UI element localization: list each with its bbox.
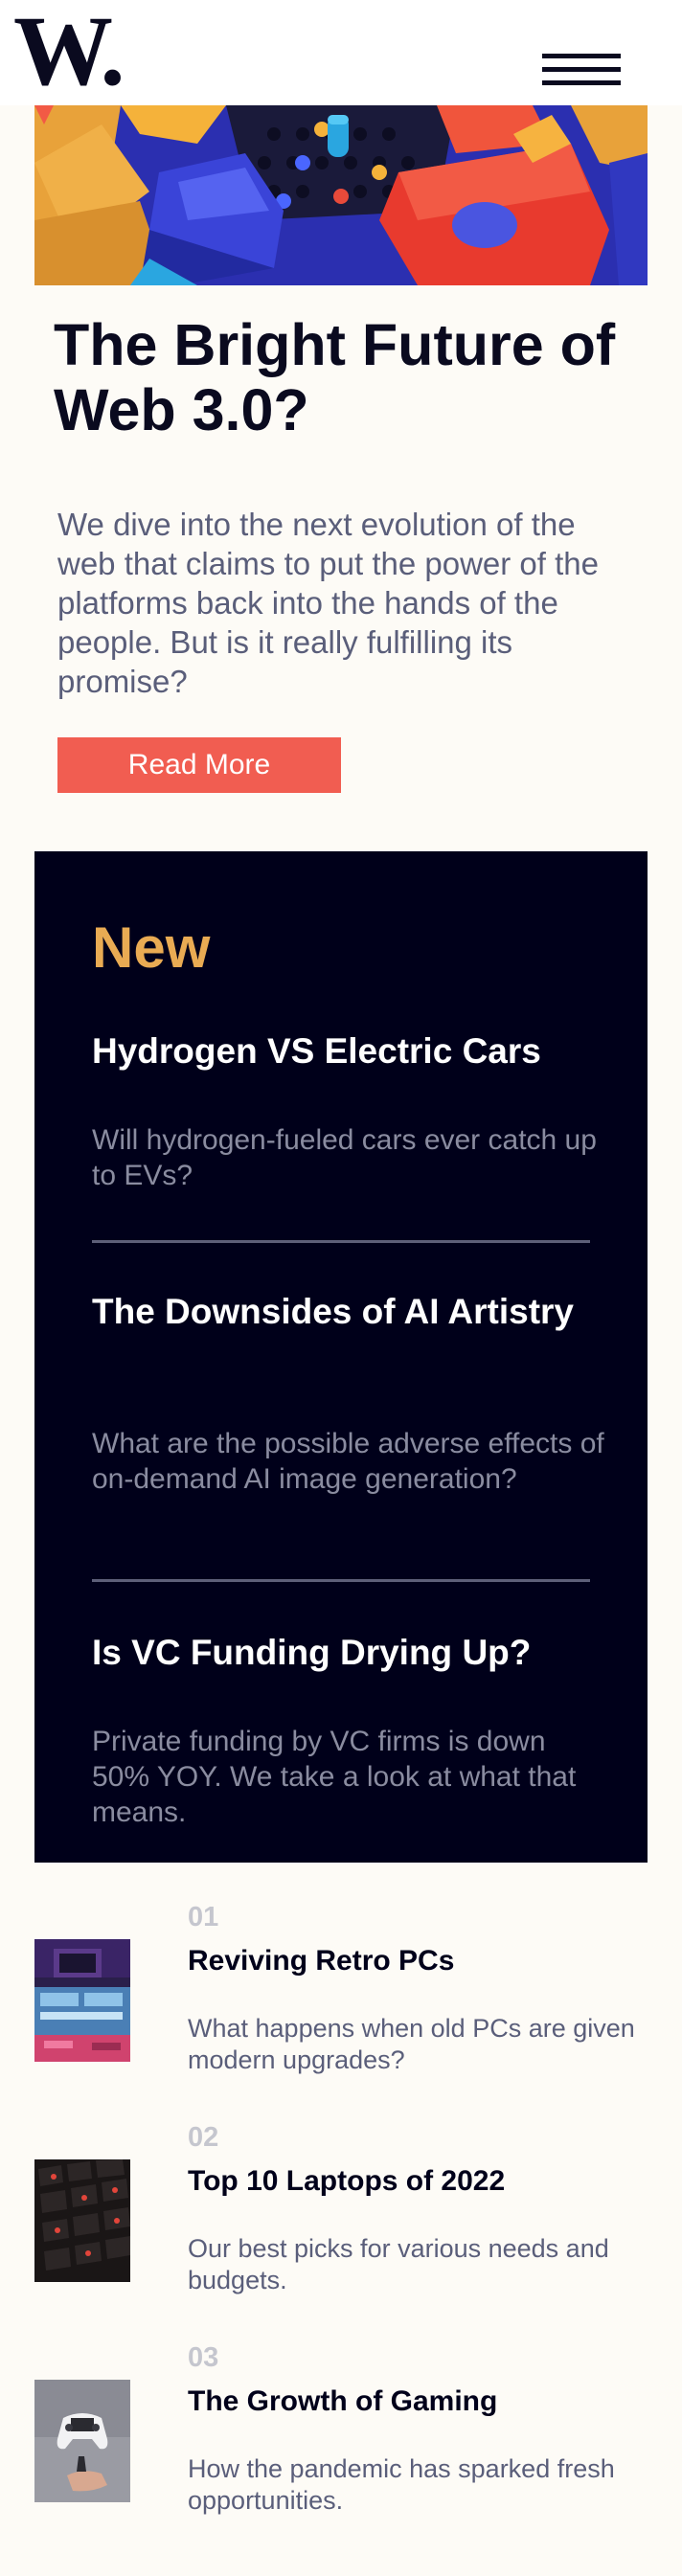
hero-description: We dive into the next evolution of the w…: [57, 507, 599, 699]
retro-pc-image[interactable]: [34, 1939, 130, 2062]
hamburger-menu-icon[interactable]: [542, 54, 621, 88]
new-item-description: What are the possible adverse effects of…: [92, 1428, 604, 1495]
menu-line: [542, 54, 621, 58]
hero-title: The Bright Future of Web 3.0?: [54, 312, 616, 442]
menu-line: [542, 80, 621, 85]
new-heading: New: [92, 915, 211, 980]
list-item-title[interactable]: Top 10 Laptops of 2022: [188, 2164, 648, 2199]
new-item-title[interactable]: The Downsides of AI Artistry: [92, 1290, 590, 1333]
abstract-3d-shapes-image: [34, 105, 648, 285]
hero-image: [34, 105, 648, 285]
menu-line: [542, 67, 621, 72]
list-item-number: 03: [188, 2342, 219, 2373]
list-item-number: 01: [188, 1902, 219, 1932]
new-item-title[interactable]: Is VC Funding Drying Up?: [92, 1631, 590, 1674]
new-articles-panel: New Hydrogen VS Electric Cars Will hydro…: [34, 851, 648, 1863]
list-item-description: Our best picks for various needs and bud…: [188, 2234, 609, 2294]
list-item-description: How the pandemic has sparked fresh oppor…: [188, 2454, 615, 2515]
site-logo[interactable]: W.: [13, 2, 125, 102]
site-header: W.: [0, 0, 682, 105]
list-item-title[interactable]: The Growth of Gaming: [188, 2384, 648, 2419]
new-item-title[interactable]: Hydrogen VS Electric Cars: [92, 1029, 590, 1073]
divider: [92, 1579, 590, 1582]
list-item-description: What happens when old PCs are given mode…: [188, 2014, 635, 2074]
divider: [92, 1240, 590, 1243]
list-item-title[interactable]: Reviving Retro PCs: [188, 1944, 648, 1978]
new-item-description: Private funding by VC firms is down 50% …: [92, 1726, 577, 1828]
new-item-description: Will hydrogen-fueled cars ever catch up …: [92, 1124, 597, 1191]
laptop-keyboard-image[interactable]: [34, 2159, 130, 2282]
game-controller-image[interactable]: [34, 2380, 130, 2502]
list-item-number: 02: [188, 2122, 219, 2153]
read-more-button[interactable]: Read More: [57, 737, 341, 793]
